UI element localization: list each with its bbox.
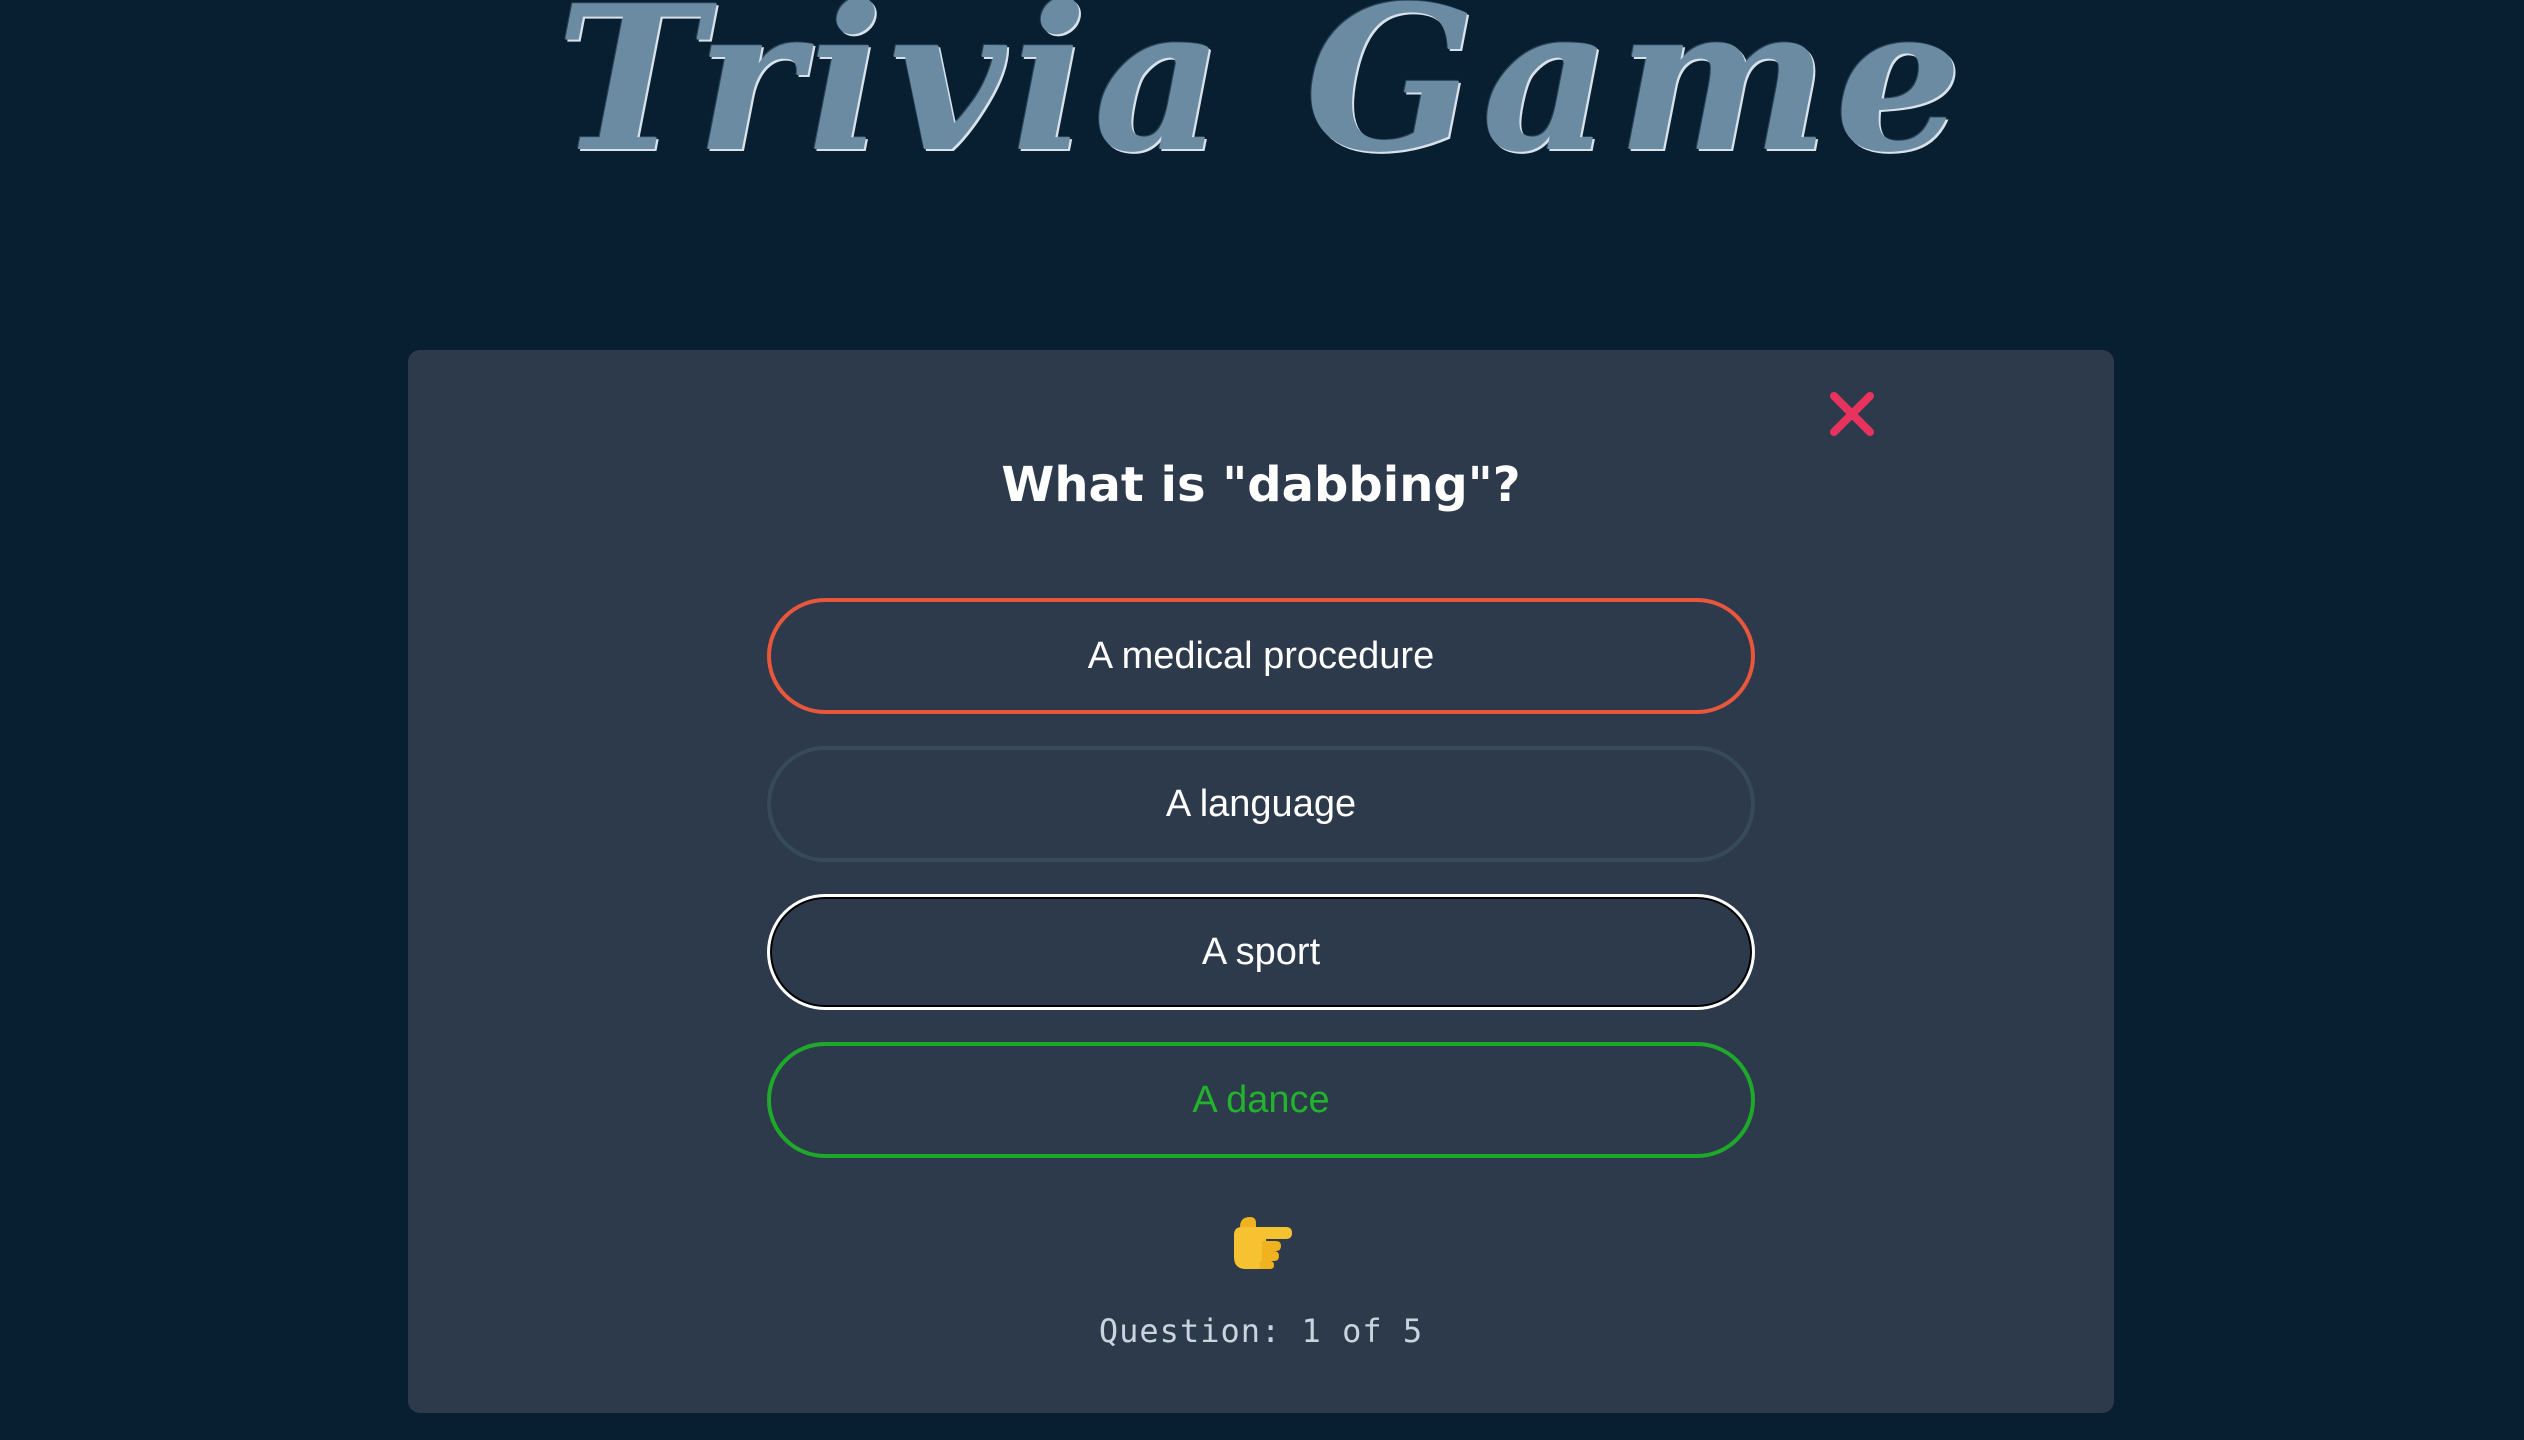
question-card: What is "dabbing"? A medical procedure A… — [408, 350, 2114, 1413]
answer-option-selected[interactable]: A sport — [767, 894, 1755, 1010]
answer-option[interactable]: A language — [767, 746, 1755, 862]
app-title: Trivia Game — [555, 0, 1969, 197]
answer-list: A medical procedure A language A sport A… — [767, 598, 1755, 1190]
question-progress: Question: 1 of 5 — [1098, 1312, 1424, 1350]
answer-option-correct[interactable]: A dance — [767, 1042, 1755, 1158]
question-text: What is "dabbing"? — [1001, 457, 1521, 513]
close-x-icon — [1830, 392, 1874, 436]
answer-option-wrong[interactable]: A medical procedure — [767, 598, 1755, 714]
pointing-hand-icon — [1234, 1217, 1292, 1269]
close-button[interactable] — [1824, 386, 1880, 442]
next-question-button[interactable] — [1226, 1205, 1296, 1275]
